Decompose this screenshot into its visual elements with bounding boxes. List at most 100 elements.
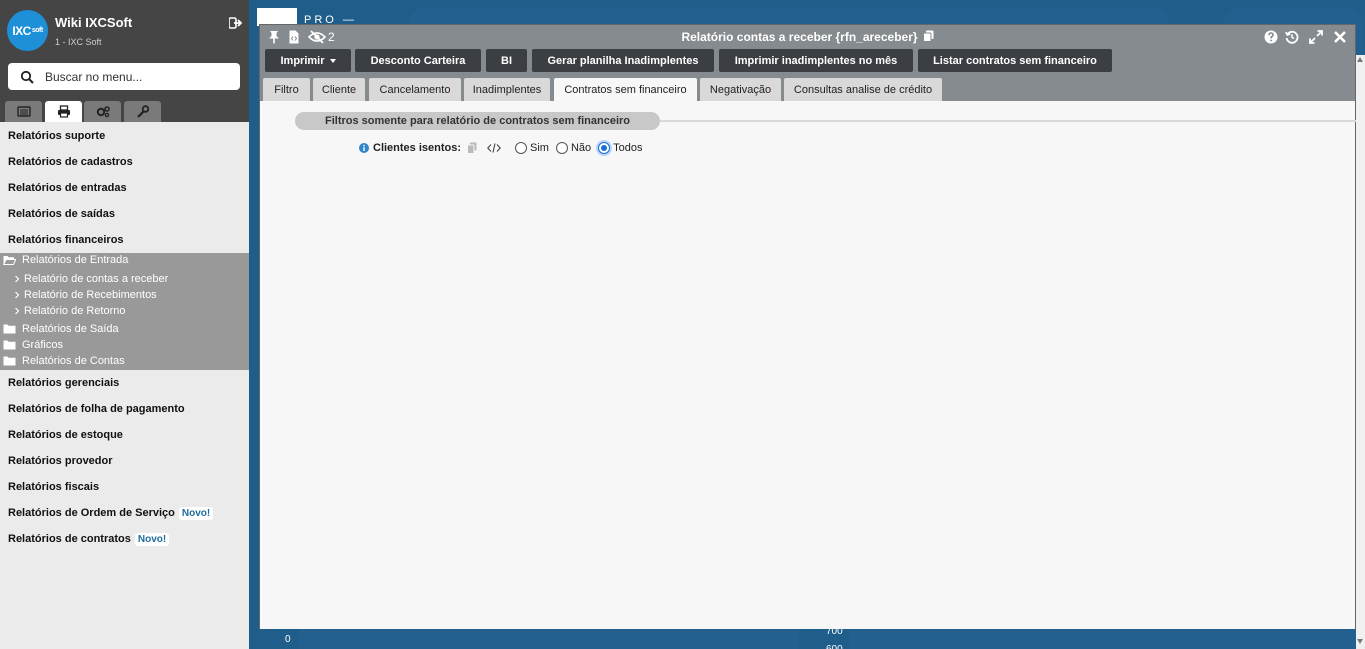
radio-sim[interactable]: Sim <box>515 142 549 154</box>
modal-tabs: Filtro Cliente Cancelamento Inadimplente… <box>260 76 1355 101</box>
imprimir-inadimplentes-button[interactable]: Imprimir inadimplentes no mês <box>719 49 913 72</box>
radio-button[interactable] <box>555 142 568 154</box>
new-badge: Novo! <box>134 533 170 546</box>
tab-tools[interactable] <box>124 101 161 122</box>
info-icon[interactable] <box>359 143 369 153</box>
menu-item-relatorios-os[interactable]: Relatórios de Ordem de Serviço Novo! <box>0 500 249 526</box>
search-icon <box>20 70 34 84</box>
submenu-item-label: Relatório de Recebimentos <box>24 289 157 301</box>
expand-icon[interactable] <box>1309 30 1323 44</box>
search-box <box>8 63 240 90</box>
modal-title: Relatório contas a receber {rfn_areceber… <box>260 30 1355 44</box>
folder-label: Gráficos <box>22 339 63 351</box>
scroll-up-icon[interactable] <box>1357 57 1363 62</box>
submenu-item-label: Relatório de contas a receber <box>24 273 169 285</box>
help-icon[interactable] <box>1264 30 1278 44</box>
menu-item-relatorios-gerenciais[interactable]: Relatórios gerenciais <box>0 370 249 396</box>
sidebar-tabs <box>0 101 249 122</box>
list-icon <box>16 106 31 117</box>
search-input[interactable] <box>45 63 235 90</box>
folder-open-icon <box>3 256 16 265</box>
tab-negativacao[interactable]: Negativação <box>700 78 781 101</box>
logout-icon[interactable] <box>229 17 243 29</box>
tab-consultas-credito[interactable]: Consultas analise de crédito <box>784 78 942 101</box>
menu-item-relatorios-cadastros[interactable]: Relatórios de cadastros <box>0 149 249 175</box>
menu-item-relatorios-entradas[interactable]: Relatórios de entradas <box>0 175 249 201</box>
desconto-carteira-button[interactable]: Desconto Carteira <box>355 49 481 72</box>
tab-contratos-sem-financeiro[interactable]: Contratos sem financeiro <box>554 78 697 101</box>
submenu-financeiros: Relatórios de Entrada Relatório de conta… <box>0 253 249 370</box>
menu-item-relatorios-estoque[interactable]: Relatórios de estoque <box>0 422 249 448</box>
section-divider <box>660 120 1357 122</box>
folder-graficos[interactable]: Gráficos <box>0 339 63 351</box>
clientes-isentos-label: Clientes isentos: <box>373 142 462 154</box>
folder-label: Relatórios de Contas <box>22 355 125 367</box>
clientes-isentos-field: Clientes isentos: Sim Não Todos <box>359 140 643 156</box>
modal-titlebar[interactable]: 2 Relatório contas a receber {rfn_areceb… <box>260 25 1355 49</box>
menu-item-label: Relatórios de Ordem de Serviço <box>8 507 175 519</box>
radio-label: Não <box>570 142 592 154</box>
listar-contratos-button[interactable]: Listar contratos sem financeiro <box>918 49 1112 72</box>
code-icon[interactable] <box>487 143 501 153</box>
imprimir-dropdown-button[interactable]: Imprimir <box>265 49 351 72</box>
folder-icon <box>3 340 16 350</box>
folder-icon <box>3 324 16 334</box>
radio-label: Todos <box>613 142 643 154</box>
page-scrollbar[interactable] <box>1356 55 1365 649</box>
folder-icon <box>3 356 16 366</box>
menu-item-relatorios-contratos[interactable]: Relatórios de contratos Novo! <box>0 526 249 552</box>
printer-icon <box>57 105 70 118</box>
submenu-item-recebimentos[interactable]: Relatório de Recebimentos <box>0 289 157 301</box>
new-badge: Novo! <box>178 507 214 520</box>
tab-cliente[interactable]: Cliente <box>313 78 365 101</box>
menu-item-relatorios-financeiros[interactable]: Relatórios financeiros <box>0 227 249 253</box>
tab-print[interactable] <box>45 101 82 122</box>
menu-item-relatorios-folha[interactable]: Relatórios de folha de pagamento <box>0 396 249 422</box>
background-axis-label: 600 <box>826 644 843 649</box>
menu-item-relatorios-fiscais[interactable]: Relatórios fiscais <box>0 474 249 500</box>
folder-relatorios-entrada[interactable]: Relatórios de Entrada <box>0 254 128 266</box>
close-icon[interactable] <box>1333 30 1347 44</box>
bi-button[interactable]: BI <box>486 49 527 72</box>
tab-list[interactable] <box>5 101 42 122</box>
modal-toolbar: Imprimir Desconto Carteira BI Gerar plan… <box>260 49 1355 76</box>
tab-settings[interactable] <box>84 101 121 122</box>
gears-icon <box>96 106 110 118</box>
history-icon[interactable] <box>1285 30 1299 44</box>
gerar-planilha-button[interactable]: Gerar planilha Inadimplentes <box>532 49 714 72</box>
section-title: Filtros somente para relatório de contra… <box>295 112 660 130</box>
sidebar-header: IXC soft Wiki IXCSoft 1 - IXC Soft <box>0 0 249 122</box>
submenu-item-contas-receber[interactable]: Relatório de contas a receber <box>0 273 168 285</box>
caret-down-icon <box>329 59 336 63</box>
sidebar: IXC soft Wiki IXCSoft 1 - IXC Soft Busca… <box>0 0 249 649</box>
tab-inadimplentes[interactable]: Inadimplentes <box>464 78 550 101</box>
folder-relatorios-saida[interactable]: Relatórios de Saída <box>0 323 119 335</box>
folder-relatorios-contas[interactable]: Relatórios de Contas <box>0 355 125 367</box>
menu-item-relatorios-saidas[interactable]: Relatórios de saídas <box>0 201 249 227</box>
chevron-right-icon <box>15 291 20 299</box>
tab-cancelamento[interactable]: Cancelamento <box>369 78 461 101</box>
menu-item-label: Relatórios de contratos <box>8 533 131 545</box>
menu-item-relatorios-provedor[interactable]: Relatórios provedor <box>0 448 249 474</box>
chevron-right-icon <box>15 307 20 315</box>
radio-button[interactable] <box>515 142 528 154</box>
submenu-item-retorno[interactable]: Relatório de Retorno <box>0 305 126 317</box>
folder-label: Relatórios de Entrada <box>22 254 129 266</box>
tab-filtro[interactable]: Filtro <box>263 78 310 101</box>
radio-button[interactable] <box>598 142 611 154</box>
radio-nao[interactable]: Não <box>555 142 592 154</box>
copy-icon[interactable] <box>467 142 477 154</box>
radio-label: Sim <box>530 142 549 154</box>
menu-item-relatorios-suporte[interactable]: Relatórios suporte <box>0 123 249 149</box>
copy-icon[interactable] <box>922 30 934 42</box>
wrench-icon <box>136 105 149 118</box>
app-logo[interactable]: IXC soft <box>7 10 48 51</box>
modal-body: Filtros somente para relatório de contra… <box>260 101 1357 629</box>
app-title: Wiki IXCSoft <box>55 15 133 30</box>
radio-todos[interactable]: Todos <box>598 142 643 154</box>
report-modal: 2 Relatório contas a receber {rfn_areceb… <box>259 24 1357 629</box>
folder-label: Relatórios de Saída <box>22 323 119 335</box>
sidebar-menu: Relatórios suporte Relatórios de cadastr… <box>0 123 249 552</box>
app-subtitle: 1 - IXC Soft <box>55 37 102 47</box>
scroll-down-icon[interactable] <box>1357 639 1363 644</box>
